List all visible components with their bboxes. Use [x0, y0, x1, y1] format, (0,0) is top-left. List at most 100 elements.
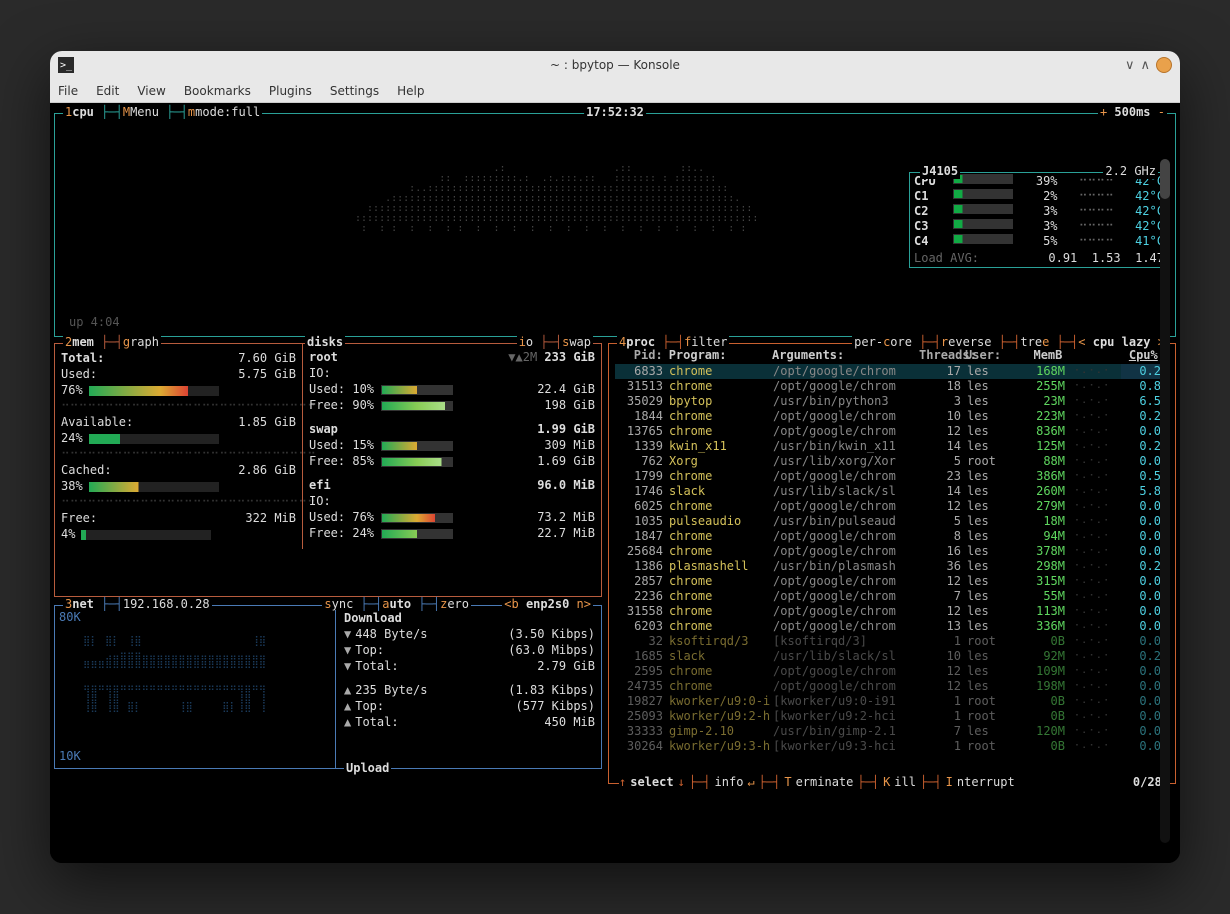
tree-label[interactable]: tre [1020, 335, 1042, 349]
ul-top: (577 Kibps) [516, 698, 595, 714]
net-stats: Download 448 Byte/s(3.50 Kibps) Top:(63.… [335, 610, 595, 769]
titlebar[interactable]: >_ ~ : bpytop — Konsole ∨ ∧ [50, 51, 1180, 79]
mem-cached: 2.86 GiB [238, 462, 296, 478]
update-minus[interactable]: - [1158, 105, 1165, 119]
info-label[interactable]: info [715, 775, 744, 790]
iface-next[interactable]: n> [577, 597, 591, 611]
graph-label[interactable]: raph [130, 335, 159, 349]
interrupt-hotkey[interactable]: I [946, 775, 953, 790]
col-pid[interactable]: Pid: [615, 348, 669, 363]
proc-row[interactable]: 2857chrome/opt/google/chrom12les315M⠂⠄⠂⠄… [615, 574, 1165, 589]
proc-row[interactable]: 1685slack/usr/lib/slack/sl10les92M⠂⠄⠂⠄⠂0… [615, 649, 1165, 664]
auto-label[interactable]: uto [389, 597, 411, 611]
col-program[interactable]: Program: [669, 348, 772, 363]
proc-row[interactable]: 32ksoftirqd/3[ksoftirqd/3]1root0B⠂⠄⠂⠄⠂0.… [615, 634, 1165, 649]
dl-rate-bits: (3.50 Kibps) [508, 626, 595, 642]
proc-row[interactable]: 1339kwin_x11/usr/bin/kwin_x1114les125M⠂⠄… [615, 439, 1165, 454]
cpu-model: J4105 [920, 164, 960, 179]
col-threads[interactable]: Threads: [919, 348, 959, 363]
menu-hotkey[interactable]: M [123, 105, 130, 119]
update-plus[interactable]: + [1100, 105, 1107, 119]
terminate-hotkey[interactable]: T [784, 775, 791, 790]
proc-row[interactable]: 35029bpytop/usr/bin/python33les23M⠂⠄⠂⠄⠂6… [615, 394, 1165, 409]
interrupt-label[interactable]: nterrupt [957, 775, 1015, 790]
menu-edit[interactable]: Edit [96, 84, 119, 98]
sync-label[interactable]: ync [332, 597, 354, 611]
load-5: 1.53 [1092, 251, 1121, 265]
zero-label[interactable]: ero [447, 597, 469, 611]
kill-label[interactable]: ill [894, 775, 916, 790]
menu-bookmarks[interactable]: Bookmarks [184, 84, 251, 98]
proc-row[interactable]: 1746slack/usr/lib/slack/sl14les260M⠂⠄⠂⠄⠂… [615, 484, 1165, 499]
sort-column[interactable]: cpu lazy [1093, 335, 1151, 349]
tree-hotkey[interactable]: e [1042, 335, 1049, 349]
proc-row[interactable]: 6203chrome/opt/google/chrom13les336M⠂⠄⠂⠄… [615, 619, 1165, 634]
dl-total: 2.79 GiB [537, 658, 595, 674]
mem-stats: Total:7.60 GiB Used:5.75 GiB 76% ⠒⠒⠒⠒⠒⠒⠒… [61, 350, 296, 542]
net-y-top: 80K [59, 610, 319, 625]
proc-row[interactable]: 1035pulseaudio/usr/bin/pulseaud5les18M⠂⠄… [615, 514, 1165, 529]
mem-used: 5.75 GiB [238, 366, 296, 382]
percore-label2[interactable]: ore [890, 335, 912, 349]
window-title: ~ : bpytop — Konsole [50, 58, 1180, 72]
filter-label[interactable]: ilter [691, 335, 727, 349]
reverse-label[interactable]: everse [948, 335, 991, 349]
dl-total-label: Total: [344, 658, 399, 674]
proc-list[interactable]: 6833chrome/opt/google/chrom17les168M⠂⠄⠂⠄… [615, 364, 1165, 779]
proc-row[interactable]: 19827kworker/u9:0-i[kworker/u9:0-i911roo… [615, 694, 1165, 709]
terminal-scrollbar[interactable] [1160, 159, 1170, 843]
menu-file[interactable]: File [58, 84, 78, 98]
col-cpu[interactable]: Cpu% [1118, 348, 1158, 363]
disk-entry: swap 1.99 GiBUsed: 15% 309 MiBFree: 85% … [309, 421, 595, 469]
menu-view[interactable]: View [137, 84, 165, 98]
mem-used-pct: 76% [61, 383, 83, 397]
proc-row[interactable]: 24735chrome/opt/google/chrom12les198M⠂⠄⠂… [615, 679, 1165, 694]
cpu-core-row: C45%⠒⠒⠒⠒41°C [914, 234, 1164, 249]
proc-row[interactable]: 1386plasmashell/usr/bin/plasmash36les298… [615, 559, 1165, 574]
proc-row[interactable]: 762Xorg/usr/lib/xorg/Xor5root88M⠂⠄⠂⠄⠂0.0 [615, 454, 1165, 469]
disk-entry: root▼▲2M 233 GiBIO:Used: 10% 22.4 GiBFre… [309, 349, 595, 413]
proc-row[interactable]: 13765chrome/opt/google/chrom12les836M⠂⠄⠂… [615, 424, 1165, 439]
cpu-panel: 1cpu ├─┤MMenu ├─┤mmode:full 17:52:32 + 5… [54, 113, 1176, 337]
terminate-label[interactable]: erminate [796, 775, 854, 790]
update-value: 500ms [1114, 105, 1150, 119]
menu-label[interactable]: Menu [130, 105, 159, 119]
proc-row[interactable]: 6025chrome/opt/google/chrom12les279M⠂⠄⠂⠄… [615, 499, 1165, 514]
proc-row[interactable]: 30264kworker/u9:3-h[kworker/u9:3-hci1roo… [615, 739, 1165, 754]
mem-total-label: Total: [61, 350, 104, 366]
percore-label[interactable]: per- [854, 335, 883, 349]
proc-row[interactable]: 33333gimp-2.10/usr/bin/gimp-2.17les120M⠂… [615, 724, 1165, 739]
proc-row[interactable]: 25684chrome/opt/google/chrom16les378M⠂⠄⠂… [615, 544, 1165, 559]
konsole-window: >_ ~ : bpytop — Konsole ∨ ∧ File Edit Vi… [50, 51, 1180, 863]
mem-used-label: Used: [61, 366, 97, 382]
load-1: 0.91 [1048, 251, 1077, 265]
proc-row[interactable]: 31558chrome/opt/google/chrom12les113M⠂⠄⠂… [615, 604, 1165, 619]
sort-prev[interactable]: < [1078, 335, 1085, 349]
proc-row[interactable]: 1847chrome/opt/google/chrom8les94M⠂⠄⠂⠄⠂0… [615, 529, 1165, 544]
menu-settings[interactable]: Settings [330, 84, 379, 98]
cpu-core-row: C33%⠒⠒⠒⠒42°C [914, 219, 1164, 234]
kill-hotkey[interactable]: K [883, 775, 890, 790]
iface-prev[interactable]: <b [504, 597, 518, 611]
proc-row[interactable]: 31513chrome/opt/google/chrom18les255M⠂⠄⠂… [615, 379, 1165, 394]
disk-entry: efi 96.0 MiBIO:Used: 76% 73.2 MiBFree: 2… [309, 477, 595, 541]
menu-help[interactable]: Help [397, 84, 424, 98]
scrollbar-thumb[interactable] [1160, 159, 1170, 199]
proc-row[interactable]: 2595chrome/opt/google/chrom12les109M⠂⠄⠂⠄… [615, 664, 1165, 679]
mem-total: 7.60 GiB [238, 350, 296, 366]
col-user[interactable]: User: [959, 348, 1009, 363]
sync-hotkey[interactable]: s [324, 597, 331, 611]
graph-hotkey[interactable]: g [123, 335, 130, 349]
proc-row[interactable]: 25093kworker/u9:2-h[kworker/u9:2-hci1roo… [615, 709, 1165, 724]
proc-row[interactable]: 1844chrome/opt/google/chrom10les223M⠂⠄⠂⠄… [615, 409, 1165, 424]
info-hotkey[interactable]: ↵ [747, 775, 754, 790]
menu-plugins[interactable]: Plugins [269, 84, 312, 98]
select-label[interactable]: select [630, 775, 673, 790]
col-args[interactable]: Arguments: [772, 348, 919, 363]
proc-row[interactable]: 6833chrome/opt/google/chrom17les168M⠂⠄⠂⠄… [615, 364, 1165, 379]
proc-row[interactable]: 1799chrome/opt/google/chrom23les386M⠂⠄⠂⠄… [615, 469, 1165, 484]
arrow-up-icon[interactable]: ↑ [619, 775, 626, 790]
col-mem[interactable]: MemB [1009, 348, 1063, 363]
arrow-down-icon[interactable]: ↓ [678, 775, 685, 790]
proc-row[interactable]: 2236chrome/opt/google/chrom7les55M⠂⠄⠂⠄⠂0… [615, 589, 1165, 604]
